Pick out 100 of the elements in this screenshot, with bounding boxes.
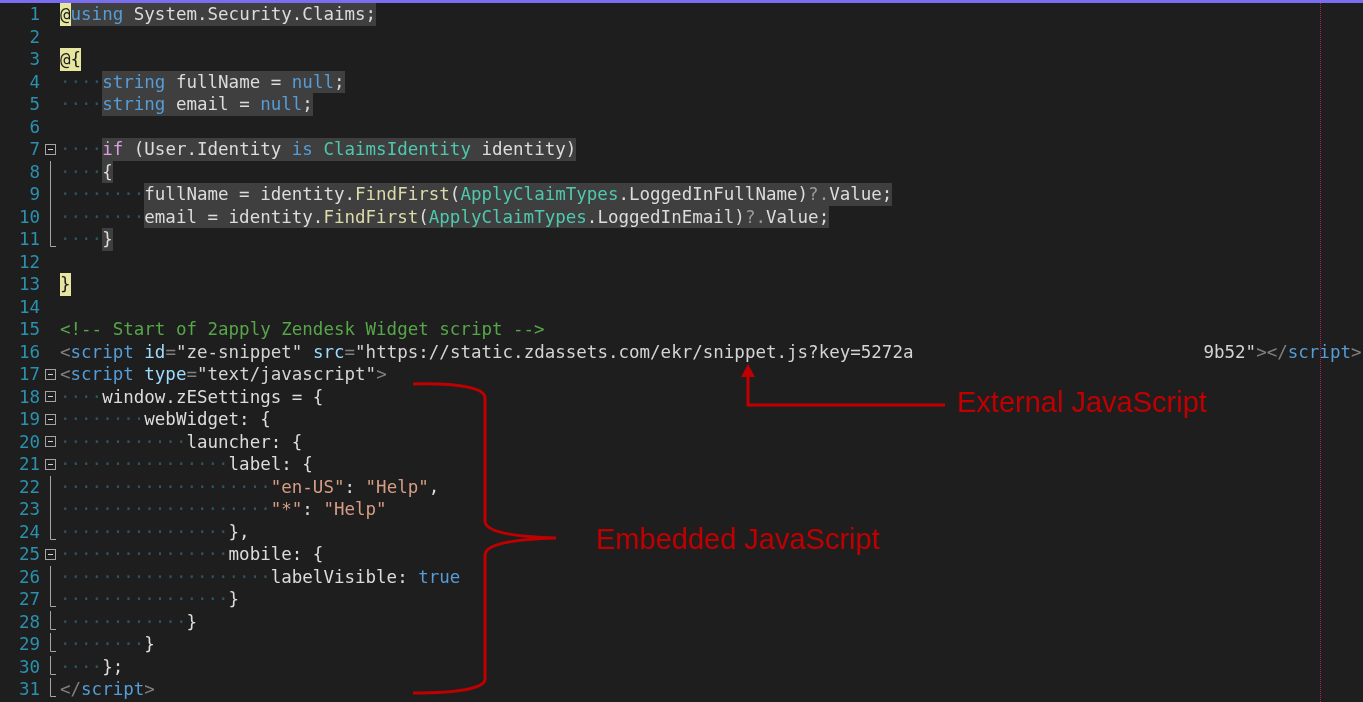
code-token: > [1351, 340, 1362, 363]
razor-marker: @{ [60, 48, 82, 71]
code-token: if [102, 138, 124, 161]
code-token: (User.Identity [132, 138, 283, 161]
code-token: Value; [765, 205, 830, 228]
code-token: }; [102, 655, 124, 678]
collapse-icon[interactable] [44, 391, 56, 403]
line-number: 26 [17, 565, 40, 588]
code-token: using [70, 3, 124, 26]
line-number: 10 [17, 205, 40, 228]
code-token: "Help" [365, 475, 429, 498]
code-token: window.zESettings = { [102, 385, 324, 408]
code-token: string [102, 93, 166, 116]
code-token: webWidget: { [144, 408, 271, 431]
code-token: } [228, 588, 240, 611]
whitespace-dots: ········ [60, 633, 145, 656]
whitespace-dots: ················ [60, 453, 229, 476]
code-token: ( [449, 183, 461, 206]
annotation-label: Embedded JavaScript [596, 522, 880, 557]
fold-end-line [49, 520, 56, 543]
code-token: script [81, 678, 145, 701]
code-token: launcher: { [186, 430, 303, 453]
line-number: 25 [17, 543, 40, 566]
code-token: string [102, 70, 166, 93]
collapse-icon[interactable] [44, 143, 56, 155]
fold-line [49, 565, 51, 588]
line-number: 16 [17, 340, 40, 363]
line-number: 6 [28, 115, 40, 138]
code-token: </ [60, 678, 82, 701]
code-token: "en-US" [270, 475, 345, 498]
code-token: label: { [228, 453, 313, 476]
code-token: ClaimsIdentity [322, 138, 471, 161]
line-number: 30 [17, 655, 40, 678]
code-token: > [144, 678, 155, 701]
line-number: 17 [17, 363, 40, 386]
code-token: ApplyClaimTypes [460, 183, 619, 206]
code-token: script [70, 363, 134, 386]
code-token: ( [418, 205, 429, 228]
line-number: 29 [17, 633, 40, 656]
code-token: id [143, 340, 166, 363]
whitespace-dots: ···· [60, 138, 103, 161]
whitespace-dots: ···· [60, 70, 103, 93]
code-token: = [186, 363, 197, 386]
code-token: = [165, 340, 176, 363]
line-number: 27 [17, 588, 40, 611]
whitespace-dots: ············ [60, 610, 187, 633]
whitespace-dots: ···· [60, 160, 103, 183]
whitespace-dots: ···················· [60, 498, 271, 521]
code-token: ; [333, 70, 345, 93]
code-token: "ze-snippet" [175, 340, 303, 363]
code-token: > [376, 363, 387, 386]
code-token: .LoggedInEmail) [586, 205, 745, 228]
razor-marker: } [60, 273, 71, 296]
line-number: 3 [28, 48, 40, 71]
code-token: email = identity. [144, 205, 324, 228]
collapse-icon[interactable] [44, 413, 56, 425]
code-token: : [344, 475, 357, 498]
code-token: } [186, 610, 197, 633]
code-token: ?. [808, 183, 830, 206]
code-token: email = [174, 93, 251, 116]
line-number: 31 [17, 678, 40, 701]
collapse-icon[interactable] [44, 458, 56, 470]
code-token: FindFirst [323, 205, 419, 228]
code-token: null [291, 70, 334, 93]
fold-end-line [49, 228, 56, 250]
code-token: Value; [829, 183, 893, 206]
whitespace-dots: ···· [60, 385, 103, 408]
line-number: 4 [28, 70, 40, 93]
code-token: } [102, 228, 113, 251]
code-token: script [1287, 340, 1351, 363]
code-token: ></ [1256, 340, 1288, 363]
line-number: 14 [17, 295, 40, 318]
line-number: 1 [28, 3, 40, 26]
code-token: = [344, 340, 356, 363]
code-token: < [60, 363, 71, 386]
code-token: identity) [480, 138, 577, 161]
code-token: } [144, 633, 155, 656]
code-token: labelVisible: [270, 565, 409, 588]
line-number: 8 [28, 160, 40, 183]
code-token: , [428, 475, 440, 498]
line-number: 7 [28, 138, 40, 161]
code-token: ?. [744, 205, 766, 228]
whitespace-dots: ········ [60, 183, 145, 206]
code-token: script [70, 340, 134, 363]
collapse-icon[interactable] [44, 436, 56, 448]
line-number: 20 [17, 430, 40, 453]
collapse-icon[interactable] [44, 548, 56, 560]
line-number: 22 [17, 475, 40, 498]
line-number: 24 [17, 520, 40, 543]
code-token: mobile: { [228, 543, 324, 566]
line-number: 13 [17, 273, 40, 296]
whitespace-dots: ···················· [60, 565, 271, 588]
code-token: System.Security.Claims; [132, 3, 377, 26]
whitespace-dots: ········ [60, 205, 145, 228]
whitespace-dots: ···· [60, 228, 103, 251]
line-number: 11 [17, 228, 40, 251]
line-number: 12 [17, 250, 40, 273]
whitespace-dots: ················ [60, 543, 229, 566]
line-number: 18 [17, 385, 40, 408]
collapse-icon[interactable] [44, 368, 56, 380]
